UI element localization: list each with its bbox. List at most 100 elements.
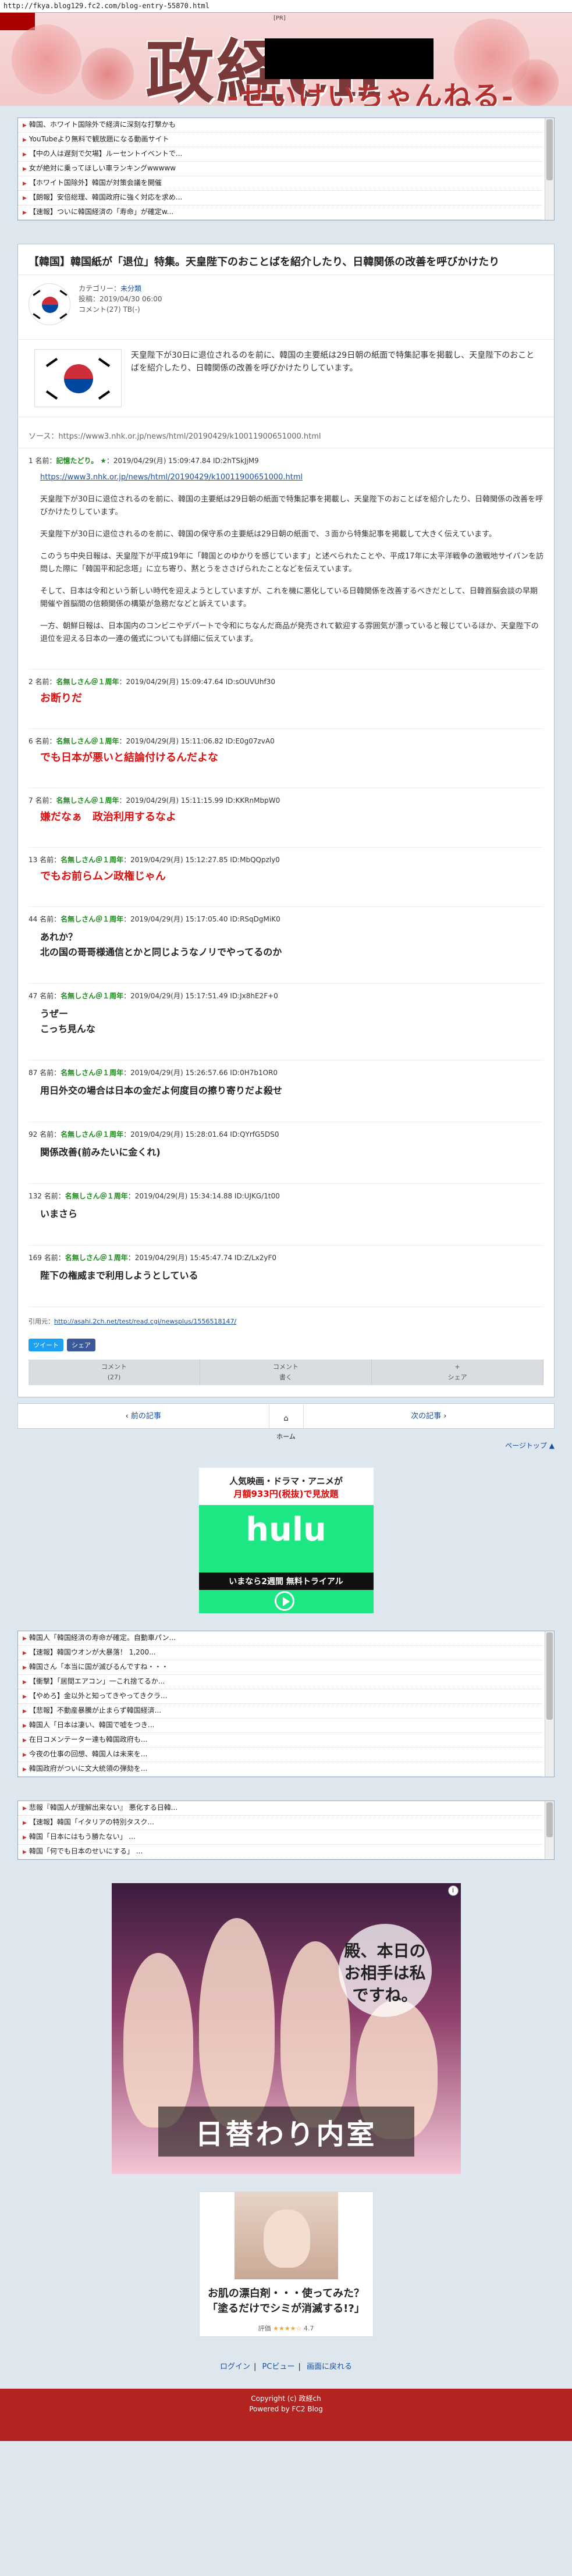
scrollbar-thumb[interactable] (546, 1802, 553, 1837)
comment-post: 2 名前：名無しさん＠１周年：2019/04/29(月) 15:09:47.64… (18, 670, 554, 729)
share-button[interactable]: シェア (67, 1339, 95, 1351)
site-subtitle: -せいけいちゃんねる- (227, 80, 514, 106)
post-meta: ：2019/04/29(月) 15:17:05.40 ID:RSqDgMiK0 (123, 915, 280, 923)
powered-by[interactable]: Powered by FC2 Blog (0, 2404, 572, 2414)
list-item[interactable]: 韓国「何でも日本のせいにする」 ... (18, 1845, 542, 1859)
post-number: 87 (29, 1069, 38, 1077)
hulu-ad-cta[interactable]: いまなら2週間 無料トライアル (198, 1572, 374, 1590)
chevron-left-icon: ‹ (125, 1412, 131, 1421)
list-item[interactable]: 韓国「日本にはもう勝たない」 ... (18, 1830, 542, 1845)
category-link[interactable]: 未分類 (120, 284, 141, 293)
page-top-label[interactable]: ページトップ (505, 1442, 547, 1450)
list-item[interactable]: 女が絶対に乗ってほしい車ランキングwwwww (18, 162, 542, 176)
article-title[interactable]: 【韓国】韓国紙が「退位」特集。天皇陛下のおことばを紹介したり、日韓関係の改善を呼… (18, 244, 554, 275)
post-meta: ：2019/04/29(月) 15:26:57.66 ID:0H7b1OR0 (123, 1069, 278, 1077)
flower-decoration (512, 59, 559, 106)
comment-count[interactable]: コメント(27) TB(-) (79, 304, 162, 315)
comment-post: 6 名前：名無しさん＠１周年：2019/04/29(月) 15:11:06.82… (18, 729, 554, 788)
ad-speech-bubble: 殿、本日のお相手は私ですね。 (338, 1924, 432, 2017)
hulu-ad[interactable]: 人気映画・ドラマ・アニメが 月額933円(税抜)で見放題 hulu いまなら2週… (198, 1468, 374, 1613)
post-name-label: 名前： (35, 678, 56, 686)
quote-source-link[interactable]: http://asahi.2ch.net/test/read.cgi/newsp… (54, 1318, 236, 1325)
comment-post: 7 名前：名無しさん＠１周年：2019/04/29(月) 15:11:15.99… (18, 788, 554, 848)
list-item[interactable]: 韓国さん「本当に国が滅びるんですね・・・ (18, 1660, 542, 1675)
scrollbar-thumb[interactable] (546, 119, 553, 180)
ad-face (263, 2209, 310, 2268)
list-item[interactable]: 【朗報】安倍総理、韓国政府に強く対応を求め... (18, 191, 542, 205)
list-item[interactable]: 【悲報】不動産暴騰が止まらず韓国経済... (18, 1704, 542, 1718)
address-bar[interactable]: http://fkya.blog129.fc2.com/blog-entry-5… (0, 0, 572, 13)
comment-post: 1 名前：記憶たどり。 ★：2019/04/29(月) 15:09:47.84 … (18, 449, 554, 670)
chevron-right-icon: › (441, 1412, 447, 1421)
pc-view-link[interactable]: PCビュー (262, 2362, 295, 2371)
list-item[interactable]: YouTubeより無料で観放題になる動画サイト (18, 133, 542, 147)
list-item[interactable]: 今夜の仕事の回想、韓国人は未来を... (18, 1748, 542, 1762)
scrollbar[interactable] (545, 1631, 554, 1777)
next-article-link[interactable]: 次の記事 › (304, 1404, 555, 1428)
post-author: 名無しさん＠１周年 (56, 678, 119, 686)
post-name-label: 名前： (40, 915, 61, 923)
list-item[interactable]: 【やめろ】金以外と知ってきやってきクラ... (18, 1689, 542, 1704)
star-icon: ★★★★☆ (273, 2325, 302, 2332)
home-link[interactable]: ⌂ ホーム (268, 1404, 304, 1440)
post-name-label: 名前： (40, 992, 61, 1000)
list-item[interactable]: 悲報『韓国人が理解出来ない』 悪化する日韓... (18, 1801, 542, 1816)
list-item[interactable]: 【衝撃】「居間エアコン」一これ捨てるか... (18, 1675, 542, 1689)
login-link[interactable]: ログイン (220, 2362, 250, 2371)
comment-list: 1 名前：記憶たどり。 ★：2019/04/29(月) 15:09:47.84 … (18, 449, 554, 1307)
list-item[interactable]: 【速報】ついに韓国経済の「寿命」が確定w... (18, 205, 542, 220)
posted-date: 投稿：2019/04/30 06:00 (79, 295, 162, 303)
list-item[interactable]: 【速報】韓国ウオンが大暴落！ 1,200... (18, 1646, 542, 1660)
post-number: 1 (29, 457, 33, 465)
corner-tag (0, 13, 35, 30)
post-body: https://www3.nhk.or.jp/news/html/2019042… (29, 471, 543, 646)
info-icon[interactable]: i (447, 1885, 459, 1896)
post-name-label: 名前： (40, 1130, 61, 1138)
post-body: いまさら (29, 1207, 543, 1222)
post-source-link[interactable]: https://www3.nhk.or.jp/news/html/2019042… (40, 473, 303, 482)
home-label: ホーム (276, 1433, 296, 1440)
post-number: 13 (29, 856, 38, 864)
post-text: 関係改善(前みたいに金くれ) (40, 1147, 161, 1158)
scrollbar-thumb[interactable] (546, 1632, 553, 1720)
post-meta: ：2019/04/29(月) 15:11:15.99 ID:KKRnMbpW0 (119, 796, 280, 805)
middle-link-list: 韓国人「韓国経済の寿命が確定。自動車パン...【速報】韓国ウオンが大暴落！ 1,… (18, 1631, 554, 1777)
list-item[interactable]: 在日コメンテーター達も韓国政府も... (18, 1733, 542, 1748)
post-text: お断りだ (40, 692, 82, 705)
scrollbar[interactable] (545, 1801, 554, 1859)
site-header-banner[interactable]: [PR] 政経ch -せいけいちゃんねる- (0, 13, 572, 106)
write-comment-action[interactable]: コメント 書く (200, 1360, 372, 1385)
post-author: 名無しさん＠１周年 (61, 1130, 124, 1138)
post-header: 13 名前：名無しさん＠１周年：2019/04/29(月) 15:12:27.8… (29, 855, 543, 864)
list-item[interactable]: 韓国、ホワイト国除外で経済に深刻な打撃かも (18, 118, 542, 133)
comment-post: 47 名前：名無しさん＠１周年：2019/04/29(月) 15:17:51.4… (18, 984, 554, 1061)
share-action[interactable]: + シェア (372, 1360, 543, 1385)
tweet-button[interactable]: ツイート (29, 1339, 63, 1351)
cosmetic-ad[interactable]: お肌の漂白剤・・・使ってみた？ 「塗るだけでシミが消滅する!?」 評価 ★★★★… (198, 2191, 374, 2337)
list-item[interactable]: 韓国人「韓国経済の寿命が確定。自動車パン... (18, 1631, 542, 1646)
list-item[interactable]: 韓国政府がついに文大統領の弾劾を... (18, 1762, 542, 1777)
list-item[interactable]: 【中の人は遅刻で欠場】ルーセントイベントで... (18, 147, 542, 162)
play-icon[interactable] (274, 1591, 294, 1611)
comment-post: 87 名前：名無しさん＠１周年：2019/04/29(月) 15:26:57.6… (18, 1061, 554, 1122)
next-article-label[interactable]: 次の記事 (411, 1412, 441, 1421)
back-link[interactable]: 画面に戻れる (307, 2362, 352, 2371)
top-link-list: 韓国、ホワイト国除外で経済に深刻な打撃かもYouTubeより無料で観放題になる動… (18, 118, 554, 220)
post-header: 6 名前：名無しさん＠１周年：2019/04/29(月) 15:11:06.82… (29, 736, 543, 746)
post-meta: ：2019/04/29(月) 15:09:47.64 ID:sOUVUhf30 (119, 678, 276, 686)
prev-article-link[interactable]: ‹ 前の記事 (18, 1404, 269, 1428)
list-item[interactable]: 【速報】韓国「イタリアの特別タスク... (18, 1816, 542, 1830)
comment-post: 44 名前：名無しさん＠１周年：2019/04/29(月) 15:17:05.4… (18, 907, 554, 984)
post-number: 6 (29, 737, 33, 745)
game-ad[interactable]: 殿、本日のお相手は私ですね。 日替わり内室 i (111, 1883, 461, 2174)
list-item[interactable]: 韓国人「日本は凄い、韓国で嘘をつき... (18, 1718, 542, 1733)
comment-action[interactable]: コメント (27) (29, 1360, 200, 1385)
post-name-label: 名前： (40, 856, 61, 864)
post-number: 132 (29, 1192, 42, 1200)
post-author: 名無しさん＠１周年 (61, 915, 124, 923)
article-source[interactable]: ソース：https://www3.nhk.or.jp/news/html/201… (18, 423, 554, 449)
post-header: 132 名前：名無しさん＠１周年：2019/04/29(月) 15:34:14.… (29, 1191, 543, 1201)
prev-article-label[interactable]: 前の記事 (131, 1412, 161, 1421)
scrollbar[interactable] (545, 118, 554, 220)
list-item[interactable]: 【ホワイト国除外】韓国が対策会議を開催 (18, 176, 542, 191)
